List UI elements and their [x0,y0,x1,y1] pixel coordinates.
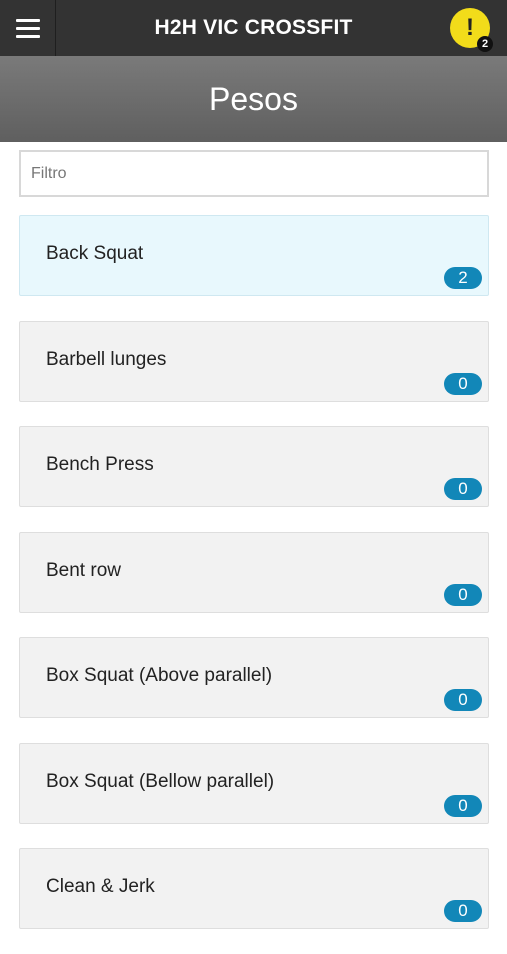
list-item-label: Bench Press [46,454,154,475]
hamburger-icon-line [15,18,40,22]
list-item[interactable]: Back Squat 2 [19,215,489,296]
list-item-label: Barbell lunges [46,348,167,370]
count-badge: 0 [444,689,482,711]
menu-button[interactable] [0,0,56,56]
count-badge: 0 [444,794,482,817]
list-item[interactable]: Clean & Jerk 0 [19,848,489,929]
list-item-label: Box Squat (Bellow parallel) [46,770,275,792]
list-item[interactable]: Bench Press 0 [19,426,489,507]
count-badge: 2 [444,267,482,289]
filter-input[interactable] [19,150,489,197]
alert-count-badge: 2 [477,36,493,52]
list-item[interactable]: Barbell lunges 0 [19,320,489,402]
list-item-label: Back Squat [46,243,144,264]
count-badge: 0 [444,478,482,500]
list-item[interactable]: Bent row 0 [19,531,489,613]
list-item-label: Box Squat (Above parallel) [46,665,273,686]
weights-list: Back Squat 2 Barbell lunges 0 Bench Pres… [19,215,489,954]
list-item[interactable]: Box Squat (Bellow parallel) 0 [19,742,489,824]
count-badge: 0 [444,583,482,606]
hamburger-icon-line [15,26,40,30]
list-item-label: Bent row [46,559,121,581]
list-item[interactable]: Box Squat (Above parallel) 0 [19,637,489,718]
app-title: H2H VIC CROSSFIT [154,16,353,39]
top-bar: H2H VIC CROSSFIT ! 2 [0,0,507,56]
list-item-label: Clean & Jerk [46,876,155,897]
count-badge: 0 [444,372,482,395]
hamburger-icon-line [15,34,40,38]
count-badge: 0 [444,900,482,922]
page-title: Pesos [0,56,507,142]
